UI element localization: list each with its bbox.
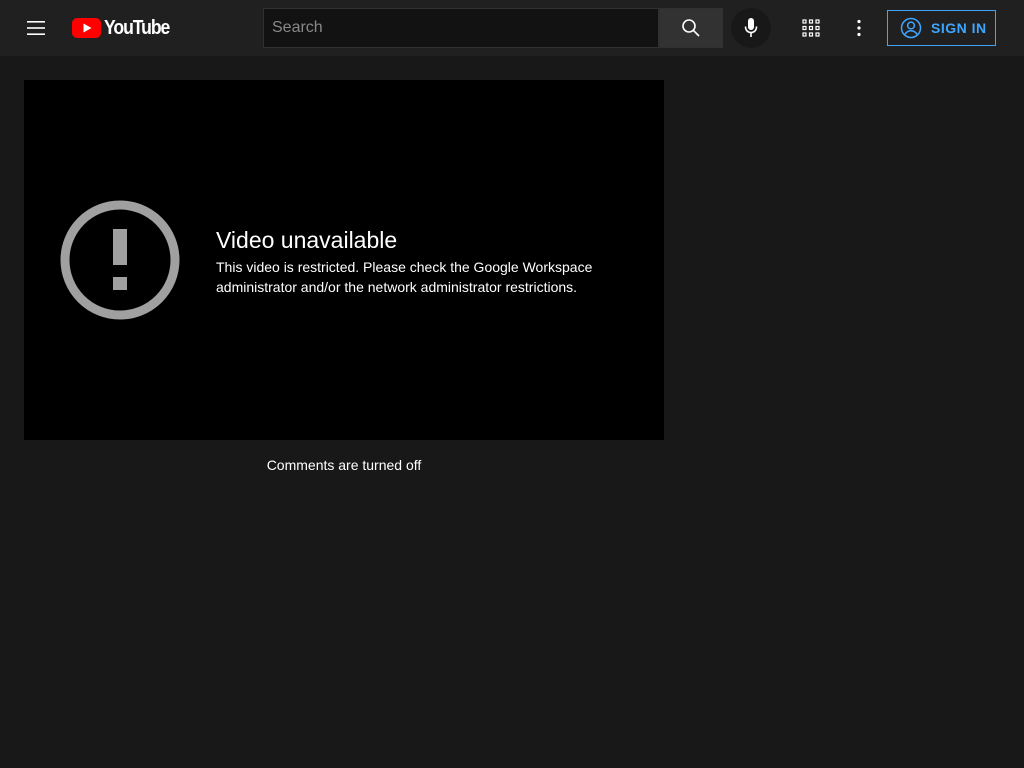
video-player[interactable]: Video unavailable This video is restrict… bbox=[24, 80, 664, 440]
error-title: Video unavailable bbox=[216, 227, 398, 253]
sign-in-label: SIGN IN bbox=[931, 20, 987, 36]
hamburger-menu-icon bbox=[27, 21, 45, 35]
search-box[interactable] bbox=[263, 8, 659, 48]
search-icon bbox=[682, 19, 700, 37]
exclamation-circle-icon bbox=[60, 200, 180, 320]
account-circle-icon bbox=[900, 17, 922, 39]
microphone-icon bbox=[744, 18, 758, 37]
voice-search-button[interactable] bbox=[731, 8, 771, 48]
guide-menu-button[interactable] bbox=[16, 8, 56, 48]
youtube-apps-button[interactable] bbox=[791, 8, 831, 48]
more-vertical-icon bbox=[857, 19, 861, 37]
apps-grid-icon bbox=[802, 19, 820, 37]
error-message: This video is restricted. Please check t… bbox=[216, 259, 593, 295]
youtube-play-logo-icon bbox=[72, 18, 101, 38]
search-button[interactable] bbox=[659, 8, 723, 48]
search-input[interactable] bbox=[270, 18, 658, 38]
masthead: YouTube Search SIGN IN bbox=[0, 0, 1024, 56]
logo-text: YouTube bbox=[104, 16, 170, 39]
comments-status-message: Comments are turned off bbox=[266, 457, 422, 473]
settings-more-button[interactable] bbox=[839, 8, 879, 48]
sign-in-button[interactable]: SIGN IN bbox=[887, 10, 996, 46]
youtube-logo[interactable]: YouTube bbox=[72, 16, 178, 40]
